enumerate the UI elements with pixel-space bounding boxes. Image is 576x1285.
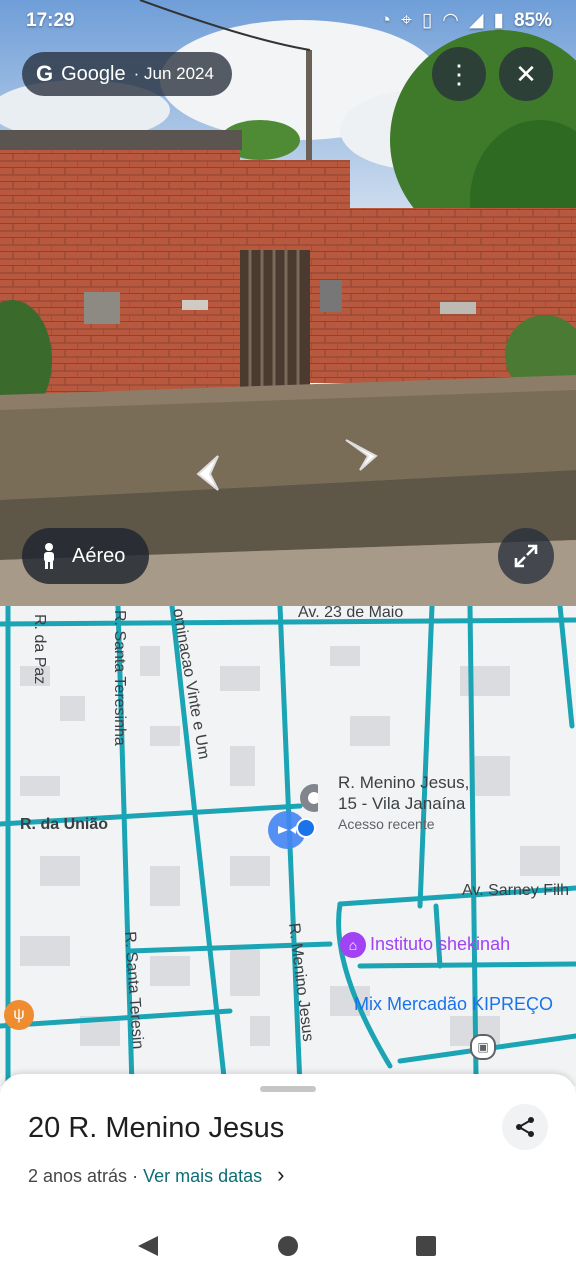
place-sheet[interactable]: 20 R. Menino Jesus 2 anos atrás · Ver ma… — [0, 1074, 576, 1234]
street-label: R. da União — [20, 816, 109, 833]
battery-icon: ▮ — [493, 10, 504, 31]
signal-icon: ◢ — [468, 10, 484, 31]
pin-label: R. Menino Jesus, 15 - Vila Janaína Acess… — [338, 772, 469, 835]
location-icon: ⌖ — [401, 9, 412, 31]
wifi-icon: ◠ — [442, 10, 459, 31]
street-label: Av. Sarney Filh — [462, 882, 570, 899]
sync-icon: ◔ — [379, 9, 392, 31]
imagery-age-row: 2 anos atrás · Ver mais datas › — [28, 1162, 284, 1188]
close-button[interactable]: ✕ — [499, 47, 553, 101]
home-icon[interactable] — [278, 1236, 298, 1256]
poi-instituto-shekinah[interactable]: ⌂ Instituto shekinah — [340, 932, 510, 958]
aerial-view-button[interactable]: Aéreo — [22, 528, 150, 584]
poi-mix-mercadao[interactable]: Mix Mercadão KIPREÇO — [354, 994, 553, 1015]
pin-recent-label: Acesso recente — [338, 816, 435, 832]
separator: · — [127, 1166, 144, 1186]
expand-button[interactable] — [498, 528, 554, 584]
aerial-label: Aéreo — [72, 544, 126, 567]
more-vert-icon: ⋮ — [446, 58, 472, 89]
bus-stop-icon[interactable]: ▣ — [470, 1034, 496, 1060]
poi-label: Instituto shekinah — [370, 934, 511, 954]
share-icon — [516, 1117, 534, 1137]
back-icon[interactable] — [138, 1236, 158, 1256]
recents-icon[interactable] — [416, 1236, 436, 1256]
vibrate-icon: ▯ — [421, 10, 433, 31]
restaurant-icon[interactable]: ψ — [4, 1000, 34, 1030]
expand-icon — [514, 544, 538, 568]
poi-label: Mix Mercadão KIPREÇO — [354, 994, 554, 1014]
close-icon: ✕ — [515, 58, 537, 89]
place-of-worship-icon: ⌂ — [340, 932, 366, 958]
map-pin-icon — [268, 784, 318, 849]
provider-label: Google — [61, 62, 126, 85]
street-label: Av. 23 de Maio — [298, 606, 404, 621]
imagery-age: 2 anos atrás — [28, 1166, 128, 1186]
street-view-panorama[interactable]: 17:29 ◔ ⌖ ▯ ◠ ◢ ▮ 85% G Google · Jun 202… — [0, 0, 576, 606]
person-icon — [44, 543, 54, 569]
more-options-button[interactable]: ⋮ — [432, 47, 486, 101]
place-title: 20 R. Menino Jesus — [28, 1112, 285, 1144]
street-label: R. da Paz — [31, 614, 48, 685]
street-label: R. Santa Teresinha — [111, 610, 128, 746]
system-nav-bar — [0, 1234, 576, 1280]
chevron-right-icon[interactable]: › — [277, 1162, 284, 1187]
share-button[interactable] — [502, 1104, 548, 1150]
imagery-info-chip[interactable]: G Google · Jun 2024 — [22, 52, 232, 96]
pin-address-line1: R. Menino Jesus, — [338, 773, 470, 792]
more-dates-link[interactable]: Ver mais datas — [143, 1166, 262, 1186]
capture-date: · Jun 2024 — [133, 64, 214, 83]
status-bar: 17:29 ◔ ⌖ ▯ ◠ ◢ ▮ 85% — [0, 0, 576, 44]
drag-handle[interactable] — [260, 1086, 316, 1092]
clock: 17:29 — [26, 10, 75, 31]
google-g-icon: G — [36, 61, 54, 86]
battery-percent: 85% — [513, 9, 552, 31]
pin-address-line2: 15 - Vila Janaína — [338, 794, 466, 813]
